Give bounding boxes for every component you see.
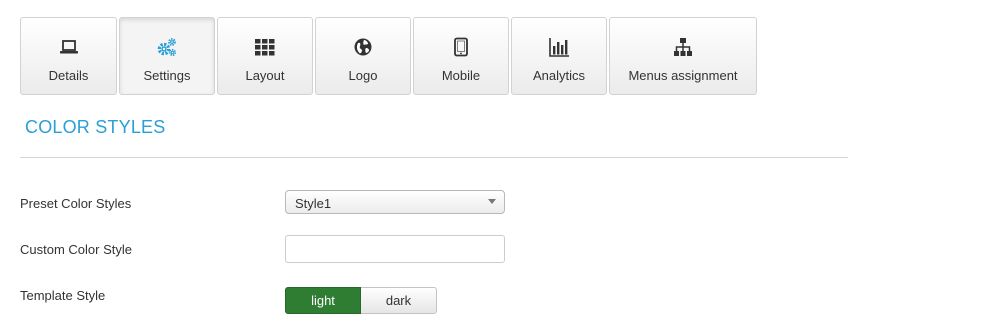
tab-analytics[interactable]: Analytics bbox=[511, 17, 607, 95]
laptop-icon bbox=[59, 40, 78, 54]
tab-label: Logo bbox=[348, 68, 378, 83]
tab-bar: Details Settings Layout Logo Mobile Anal… bbox=[20, 17, 759, 95]
tab-settings[interactable]: Settings bbox=[119, 17, 215, 95]
tab-layout[interactable]: Layout bbox=[217, 17, 313, 95]
tab-logo[interactable]: Logo bbox=[315, 17, 411, 95]
tab-label: Analytics bbox=[532, 68, 586, 83]
tab-mobile[interactable]: Mobile bbox=[413, 17, 509, 95]
template-style-light-button[interactable]: light bbox=[285, 287, 361, 314]
tab-label: Mobile bbox=[441, 68, 481, 83]
bar-chart-icon bbox=[549, 38, 569, 57]
tab-details[interactable]: Details bbox=[20, 17, 117, 95]
tab-label: Details bbox=[48, 68, 89, 83]
tab-menus-assignment[interactable]: Menus assignment bbox=[609, 17, 757, 95]
template-style-dark-button[interactable]: dark bbox=[361, 287, 437, 314]
dropdown-arrow-icon bbox=[488, 199, 496, 204]
template-style-toggle: light dark bbox=[285, 287, 437, 314]
section-divider bbox=[20, 157, 848, 158]
globe-icon bbox=[354, 38, 372, 56]
select-value: Style1 bbox=[295, 196, 332, 211]
preset-color-styles-label: Preset Color Styles bbox=[20, 196, 132, 211]
tab-label: Layout bbox=[245, 68, 285, 83]
tablet-icon bbox=[454, 37, 468, 57]
gears-icon bbox=[157, 38, 177, 57]
sitemap-icon bbox=[674, 38, 692, 56]
custom-color-style-label: Custom Color Style bbox=[20, 242, 132, 257]
custom-color-style-input[interactable] bbox=[285, 235, 505, 263]
template-style-label: Template Style bbox=[20, 288, 106, 303]
tab-label: Menus assignment bbox=[628, 68, 738, 83]
section-title: COLOR STYLES bbox=[25, 117, 166, 137]
tab-label: Settings bbox=[143, 68, 191, 83]
preset-color-styles-select[interactable]: Style1 bbox=[285, 190, 505, 214]
grid-icon bbox=[255, 39, 275, 56]
